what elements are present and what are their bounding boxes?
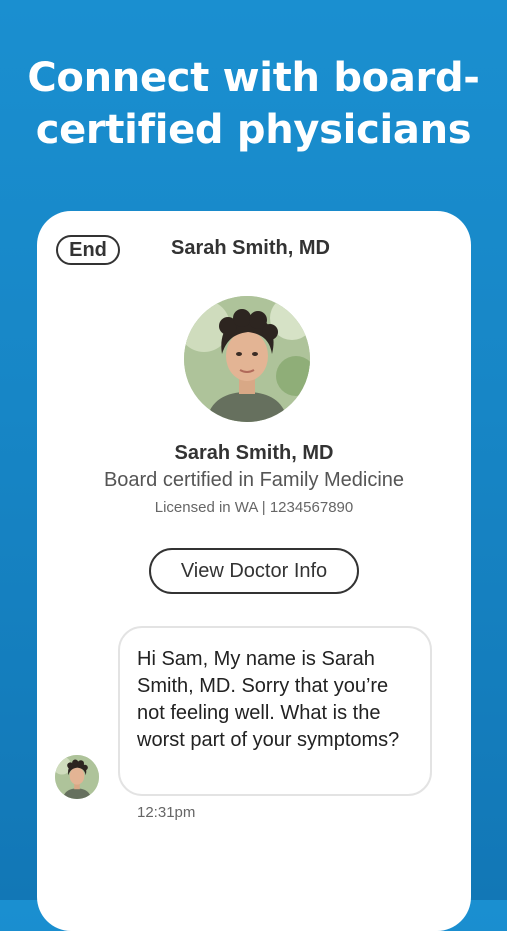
chat-message-bubble: Hi Sam, My name is Sarah Smith, MD. Sorr… <box>118 626 432 796</box>
view-doctor-info-button[interactable]: View Doctor Info <box>149 548 359 594</box>
header-doctor-name: Sarah Smith, MD <box>171 237 330 259</box>
message-timestamp: 12:31pm <box>137 804 196 821</box>
doctor-name: Sarah Smith, MD <box>174 442 334 464</box>
headline-line-1: Connect with board- <box>27 55 480 101</box>
chat-screen: End Sarah Smith, MD Sarah Smith, MD Boar… <box>37 211 471 931</box>
end-call-button[interactable]: End <box>56 235 120 265</box>
promo-headline: Connect with board- certified physicians <box>0 52 507 156</box>
doctor-certification: Board certified in Family Medicine <box>103 469 405 491</box>
message-avatar <box>55 755 99 799</box>
headline-line-2: certified physicians <box>35 107 472 153</box>
doctor-avatar <box>184 296 310 422</box>
doctor-license: Licensed in WA | 1234567890 <box>154 499 354 516</box>
